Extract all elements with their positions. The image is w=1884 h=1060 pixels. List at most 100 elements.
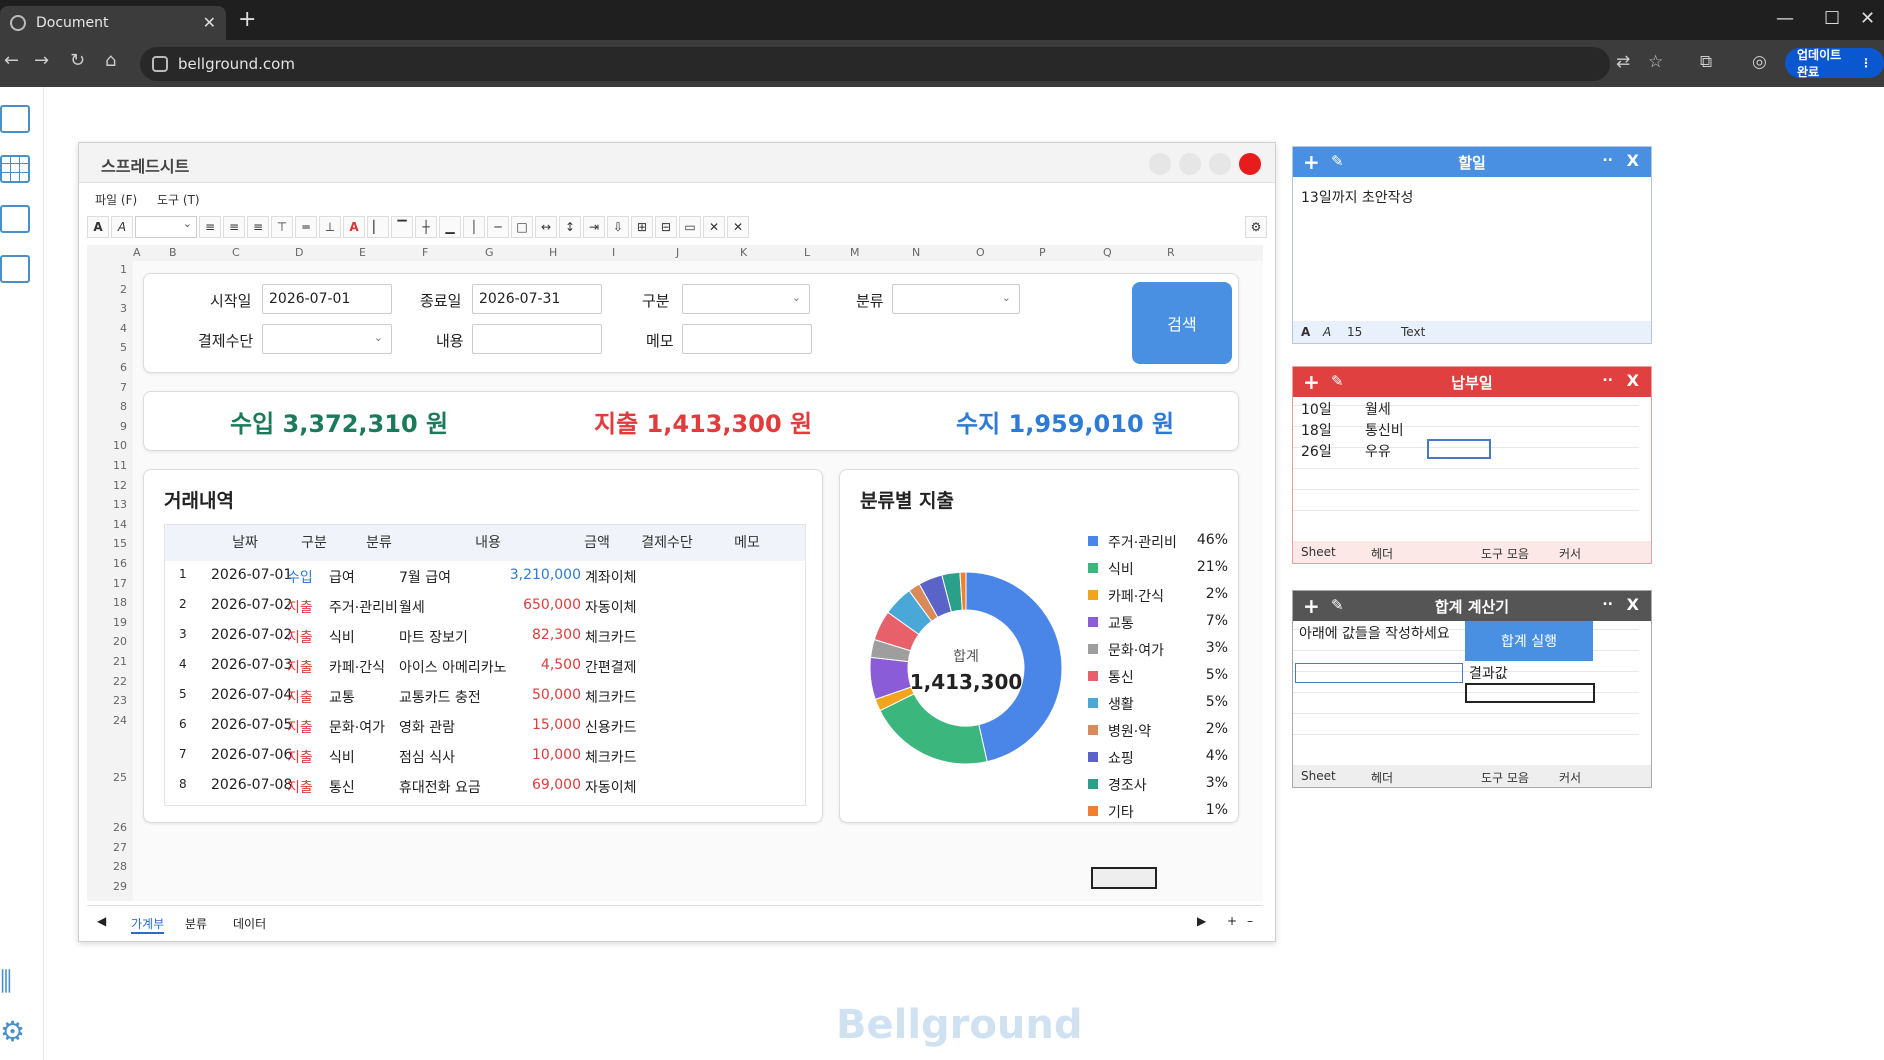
legend-item[interactable]: 생활 5% <box>1088 694 1228 714</box>
clear-format-icon[interactable]: ✕ <box>703 216 725 238</box>
bookmark-star-icon[interactable]: ☆ <box>1648 52 1663 72</box>
row-header[interactable]: 5 <box>120 341 127 354</box>
row-header[interactable]: 27 <box>113 841 127 854</box>
column-header[interactable]: J <box>676 246 679 259</box>
row-header[interactable]: 14 <box>113 518 127 531</box>
row-header[interactable]: 8 <box>120 400 127 413</box>
row-header[interactable]: 4 <box>120 322 127 335</box>
row-header[interactable]: 3 <box>120 302 127 315</box>
todo-text[interactable]: 13일까지 초안작성 <box>1301 187 1413 207</box>
legend-item[interactable]: 경조사 3% <box>1088 775 1228 795</box>
sheet-grid[interactable]: 시작일 2026-07-01 종료일 2026-07-31 구분 ⌄ 분류 ⌄ … <box>133 261 1263 901</box>
border-left-icon[interactable]: ▏ <box>367 216 389 238</box>
row-header[interactable]: 11 <box>113 459 127 472</box>
spreadsheet-icon[interactable] <box>0 155 30 183</box>
valign-middle-icon[interactable]: ═ <box>295 216 317 238</box>
row-header[interactable]: 12 <box>113 479 127 492</box>
column-header[interactable]: P <box>1039 246 1046 259</box>
column-header[interactable]: O <box>976 246 985 259</box>
table-row[interactable]: 4 2026-07-03 지출 카페·간식 아이스 아메리카노 4,500 간편결제 <box>165 651 805 681</box>
start-date-input[interactable]: 2026-07-01 <box>262 284 392 314</box>
row-header[interactable]: 22 <box>113 675 127 688</box>
column-header[interactable]: G <box>485 246 494 259</box>
address-bar[interactable]: bellground.com <box>140 47 1610 81</box>
table-row[interactable]: 6 2026-07-05 지출 문화·여가 영화 관람 15,000 신용카드 <box>165 711 805 741</box>
end-date-input[interactable]: 2026-07-31 <box>472 284 602 314</box>
column-header[interactable]: A <box>133 246 141 259</box>
forward-button[interactable]: → <box>34 50 49 71</box>
remove-sheet-icon[interactable]: – <box>1247 914 1253 928</box>
new-tab-button[interactable]: + <box>238 7 256 32</box>
selected-cell[interactable] <box>1091 867 1157 889</box>
wrap-text-icon[interactable]: ▭ <box>679 216 701 238</box>
text-color-icon[interactable]: A <box>343 216 365 238</box>
row-header[interactable]: 10 <box>113 439 127 452</box>
close-window-button[interactable]: ✕ <box>1860 8 1875 29</box>
column-header[interactable]: N <box>912 246 920 259</box>
row-header[interactable]: 25 <box>113 771 127 784</box>
table-header-cell[interactable]: 분류 <box>339 525 419 561</box>
row-header[interactable]: 28 <box>113 860 127 873</box>
table-header-cell[interactable]: 금액 <box>567 525 627 561</box>
search-button[interactable]: 검색 <box>1132 282 1232 364</box>
content-input[interactable] <box>472 324 602 354</box>
row-header[interactable]: 20 <box>113 635 127 648</box>
row-header[interactable]: 29 <box>113 880 127 893</box>
reload-button[interactable]: ↻ <box>70 50 85 71</box>
legend-item[interactable]: 쇼핑 4% <box>1088 748 1228 768</box>
sheet-tab-category[interactable]: 분류 <box>185 915 207 932</box>
legend-item[interactable]: 기타 1% <box>1088 802 1228 822</box>
settings-gear-icon[interactable]: ⚙ <box>0 1015 30 1048</box>
menu-tools[interactable]: 도구 (T) <box>157 191 200 208</box>
legend-item[interactable]: 문화·여가 3% <box>1088 640 1228 660</box>
bold-icon[interactable]: A <box>87 216 109 238</box>
border-bottom-icon[interactable]: ▁ <box>439 216 461 238</box>
extensions-icon[interactable]: ⧉ <box>1700 52 1712 72</box>
calc-grid[interactable]: 아래에 값들을 작성하세요 합계 실행 결과값 <box>1293 621 1639 755</box>
column-header[interactable]: D <box>295 246 303 259</box>
table-header-cell[interactable]: 메모 <box>717 525 777 561</box>
border-vertical-icon[interactable]: │ <box>463 216 485 238</box>
row-header[interactable]: 15 <box>113 537 127 550</box>
insert-row-icon[interactable]: ⇩ <box>607 216 629 238</box>
row-header[interactable]: 23 <box>113 694 127 707</box>
close-tab-icon[interactable]: ✕ <box>203 13 216 32</box>
add-icon[interactable]: + <box>1303 370 1320 394</box>
column-header[interactable]: F <box>422 246 428 259</box>
sheet-select[interactable]: Sheet <box>1301 769 1336 783</box>
italic-icon[interactable]: A <box>1323 325 1331 339</box>
sheet-settings-gear-icon[interactable]: ⚙ <box>1245 216 1267 238</box>
border-outer-icon[interactable]: □ <box>511 216 533 238</box>
site-info-icon[interactable] <box>152 56 168 72</box>
merge-cells-icon[interactable]: ⊞ <box>631 216 653 238</box>
font-type-select[interactable]: Text <box>1401 325 1425 339</box>
clear-content-icon[interactable]: ✕ <box>727 216 749 238</box>
bold-icon[interactable]: A <box>1301 325 1310 339</box>
home-button[interactable]: ⌂ <box>105 50 116 71</box>
row-header[interactable]: 18 <box>113 596 127 609</box>
cursor-toggle[interactable]: 커서 <box>1559 545 1581 562</box>
table-row[interactable]: 5 2026-07-04 지출 교통 교통카드 충전 50,000 체크카드 <box>165 681 805 711</box>
column-header[interactable]: K <box>740 246 747 259</box>
prev-sheet-icon[interactable]: ◀ <box>97 914 106 928</box>
document-icon[interactable] <box>0 205 30 233</box>
align-left-icon[interactable]: ≡ <box>199 216 221 238</box>
selected-cell[interactable] <box>1427 439 1491 459</box>
update-button[interactable]: 업데이트 완료 ⋮ <box>1785 48 1884 79</box>
table-row[interactable]: 7 2026-07-06 지출 식비 점심 식사 10,000 체크카드 <box>165 741 805 771</box>
legend-item[interactable]: 교통 7% <box>1088 613 1228 633</box>
edit-pencil-icon[interactable]: ✎ <box>1331 152 1344 170</box>
column-header[interactable]: M <box>850 246 860 259</box>
table-header-cell[interactable]: 결제수단 <box>627 525 707 561</box>
legend-item[interactable]: 카페·간식 2% <box>1088 586 1228 606</box>
column-header[interactable]: I <box>612 246 615 259</box>
row-header[interactable]: 2 <box>120 283 127 296</box>
sheet-tab-data[interactable]: 데이터 <box>233 915 266 932</box>
window-maximize-button[interactable] <box>1209 153 1231 175</box>
row-header[interactable]: 9 <box>120 420 127 433</box>
maximize-window-button[interactable]: ☐ <box>1824 8 1840 29</box>
row-height-icon[interactable]: ↕ <box>559 216 581 238</box>
table-header-cell[interactable]: 내용 <box>413 525 563 561</box>
row-header[interactable]: 19 <box>113 616 127 629</box>
translate-icon[interactable]: ⇄ <box>1616 52 1630 72</box>
